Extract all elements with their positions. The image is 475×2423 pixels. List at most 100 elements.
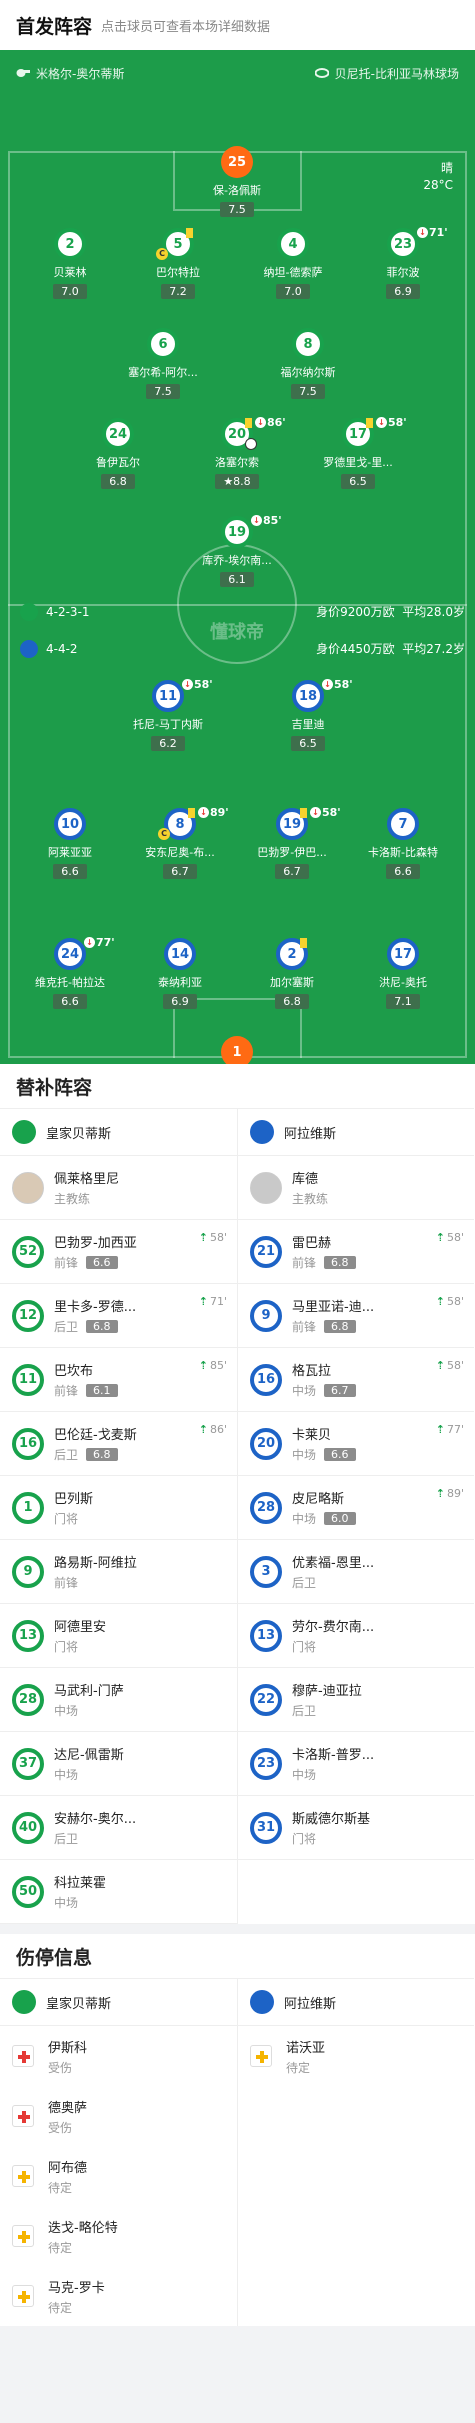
player-away[interactable]: 24 鲁伊瓦尔 6.8 bbox=[73, 418, 163, 489]
player-name: 穆萨-迪亚拉 bbox=[292, 1684, 362, 1699]
player-rating: 6.6 bbox=[386, 864, 420, 879]
jersey-icon: 13 bbox=[12, 1619, 44, 1652]
player-home[interactable]: 1西韦拉7.9 bbox=[192, 1036, 282, 1064]
sub-player-row[interactable]: 3 优素福-恩里... 后卫 bbox=[238, 1540, 474, 1604]
sub-player-row[interactable]: 22 穆萨-迪亚拉 后卫 bbox=[238, 1668, 474, 1732]
jersey-number: 6 bbox=[158, 336, 168, 352]
injury-left-column: 皇家贝蒂斯 伊斯科 受伤 德奥萨 受伤 阿布德 待定 迭戈-略伦特 待定 马克-罗卡 待定 bbox=[0, 1978, 237, 2326]
sub-player-row[interactable]: 20 卡莱贝 中场 6.6 ⇡ 77' bbox=[238, 1412, 474, 1476]
player-away[interactable]: 17 ↓ 58' 罗德里戈-里... 6.5 bbox=[313, 416, 407, 489]
player-position: 后卫 bbox=[292, 1576, 317, 1590]
sub-player-row[interactable]: 21 雷巴赫 前锋 6.8 ⇡ 58' bbox=[238, 1220, 474, 1284]
injury-row[interactable]: 伊斯科 受伤 bbox=[0, 2026, 237, 2086]
player-position: 前锋 bbox=[292, 1256, 317, 1270]
jersey-number: 18 bbox=[298, 688, 318, 704]
sub-player-row[interactable]: 16 巴伦廷-戈麦斯 后卫 6.8 ⇡ 86' bbox=[0, 1412, 237, 1476]
player-name: 巴坎布 bbox=[54, 1364, 94, 1379]
sub-player-row[interactable]: 12 里卡多-罗德... 后卫 6.8 ⇡ 71' bbox=[0, 1284, 237, 1348]
player-home[interactable]: 8 ↓ 89' C 安东尼奥-布... 6.7 bbox=[135, 806, 229, 879]
player-name: 菲尔波 bbox=[386, 266, 420, 279]
jersey-icon: 17 ↓ 58' bbox=[342, 416, 407, 450]
sub-player-row[interactable]: 13 劳尔-费尔南... 门将 bbox=[238, 1604, 474, 1668]
yellow-card-icon bbox=[188, 808, 195, 818]
player-name: 维克托-帕拉达 bbox=[35, 976, 105, 989]
sub-off-indicator: ↓ 77' bbox=[84, 936, 115, 949]
player-away[interactable]: 23 ↓ 71' 菲尔波 6.9 bbox=[358, 226, 448, 299]
player-away[interactable]: 2 贝莱林 7.0 bbox=[25, 228, 115, 299]
sub-player-row[interactable]: 50 科拉莱霍 中场 bbox=[0, 1860, 237, 1924]
player-away[interactable]: 25 保-洛佩斯 7.5 bbox=[192, 146, 282, 217]
home-age-text: 平均27.2岁 bbox=[402, 642, 465, 656]
player-name: 卡洛斯-比森特 bbox=[368, 846, 438, 859]
jersey-number: 19 bbox=[227, 524, 247, 540]
sub-player-row[interactable]: 37 达尼-佩雷斯 中场 bbox=[0, 1732, 237, 1796]
player-home[interactable]: 14 泰纳利亚 6.9 bbox=[135, 938, 225, 1009]
player-home[interactable]: 11 ↓ 58' 托尼-马丁内斯 6.2 bbox=[123, 678, 213, 751]
player-name: 洛塞尔索 bbox=[215, 456, 259, 469]
jersey-icon: 12 bbox=[12, 1299, 44, 1332]
player-away[interactable]: 8 福尔纳尔斯 7.5 bbox=[263, 328, 353, 399]
sub-player-row[interactable]: 1 巴列斯 门将 bbox=[0, 1476, 237, 1540]
player-home[interactable]: 2 加尔塞斯 6.8 bbox=[247, 938, 337, 1009]
away-age-text: 平均28.0岁 bbox=[402, 605, 465, 619]
sub-minute: 89' bbox=[210, 806, 229, 819]
sub-player-row[interactable]: 13 阿德里安 门将 bbox=[0, 1604, 237, 1668]
injury-team-right[interactable]: 阿拉维斯 bbox=[238, 1978, 474, 2026]
sub-player-row[interactable]: 28 皮尼略斯 中场 6.0 ⇡ 89' bbox=[238, 1476, 474, 1540]
injury-row[interactable]: 德奥萨 受伤 bbox=[0, 2086, 237, 2146]
subs-team-right[interactable]: 阿拉维斯 bbox=[238, 1108, 474, 1156]
injury-row[interactable]: 迭戈-略伦特 待定 bbox=[0, 2206, 237, 2266]
sub-player-row[interactable]: 9 路易斯-阿维拉 前锋 bbox=[0, 1540, 237, 1604]
player-home[interactable]: 24 ↓ 77' 维克托-帕拉达 6.6 bbox=[25, 936, 115, 1009]
sub-player-row[interactable]: 23 卡洛斯-普罗... 中场 bbox=[238, 1732, 474, 1796]
coach-name: 佩莱格里尼 bbox=[54, 1172, 120, 1187]
player-rating: 6.7 bbox=[275, 864, 309, 879]
player-name: 马武利-门萨 bbox=[54, 1684, 124, 1699]
player-away[interactable]: 19 ↓ 85' 库乔-埃尔南... 6.1 bbox=[192, 514, 282, 587]
player-home[interactable]: 10 阿莱亚亚 6.6 bbox=[25, 808, 115, 879]
player-meta: 后卫 6.8 bbox=[54, 1318, 136, 1335]
sub-player-row[interactable]: 9 马里亚诺-迪... 前锋 6.8 ⇡ 58' bbox=[238, 1284, 474, 1348]
player-home[interactable]: 19 ↓ 58' 巴勃罗-伊巴... 6.7 bbox=[247, 806, 341, 879]
goal-ball-icon bbox=[245, 438, 257, 450]
jersey-icon: 3 bbox=[250, 1555, 282, 1588]
coach-row-left[interactable]: 佩莱格里尼 主教练 bbox=[0, 1156, 237, 1220]
sub-player-row[interactable]: 16 格瓦拉 中场 6.7 ⇡ 58' bbox=[238, 1348, 474, 1412]
injury-row[interactable]: 诺沃亚 待定 bbox=[238, 2026, 474, 2086]
player-name: 阿布德 bbox=[48, 2160, 88, 2176]
player-rating: 6.8 bbox=[86, 1448, 118, 1461]
player-meta: 中场 bbox=[54, 1766, 124, 1783]
jersey-icon: 4 bbox=[277, 228, 309, 260]
player-away[interactable]: 20 ↓ 86' 洛塞尔索 ★8.8 bbox=[192, 416, 286, 489]
player-home[interactable]: 7 卡洛斯-比森特 6.6 bbox=[358, 808, 448, 879]
injury-row[interactable]: 阿布德 待定 bbox=[0, 2146, 237, 2206]
player-home[interactable]: 18 ↓ 58' 吉里迪 6.5 bbox=[263, 678, 353, 751]
jersey-icon: 25 bbox=[221, 146, 253, 178]
sub-player-row[interactable]: 28 马武利-门萨 中场 bbox=[0, 1668, 237, 1732]
player-away[interactable]: 5 C 巴尔特拉 7.2 bbox=[133, 228, 223, 299]
player-name: 巴勃罗-加西亚 bbox=[54, 1236, 137, 1251]
alaves-badge-icon bbox=[250, 1120, 274, 1144]
sub-player-row[interactable]: 40 安赫尔-奥尔... 后卫 bbox=[0, 1796, 237, 1860]
player-name: 马里亚诺-迪... bbox=[292, 1300, 375, 1315]
player-position: 中场 bbox=[292, 1384, 317, 1398]
jersey-icon: 14 bbox=[164, 938, 196, 970]
sub-player-row[interactable]: 52 巴勃罗-加西亚 前锋 6.6 ⇡ 58' bbox=[0, 1220, 237, 1284]
player-away[interactable]: 6 塞尔希-阿尔... 7.5 bbox=[118, 328, 208, 399]
injury-row[interactable]: 马克-罗卡 待定 bbox=[0, 2266, 237, 2326]
player-home[interactable]: 17 洪尼-奥托 7.1 bbox=[358, 938, 448, 1009]
player-meta: 前锋 bbox=[54, 1574, 137, 1591]
sub-player-row[interactable]: 11 巴坎布 前锋 6.1 ⇡ 85' bbox=[0, 1348, 237, 1412]
sub-off-icon: ↓ bbox=[182, 679, 193, 690]
home-formation-text: 4-4-2 bbox=[46, 642, 78, 656]
sub-player-row[interactable]: 31 斯威德尔斯基 门将 bbox=[238, 1796, 474, 1860]
coach-row-right[interactable]: 库德 主教练 bbox=[238, 1156, 474, 1220]
yellow-card-icon bbox=[366, 418, 373, 428]
jersey-icon: 8 ↓ 89' C bbox=[158, 806, 229, 840]
injury-team-left[interactable]: 皇家贝蒂斯 bbox=[0, 1978, 237, 2026]
subs-team-left[interactable]: 皇家贝蒂斯 bbox=[0, 1108, 237, 1156]
player-meta: 后卫 bbox=[292, 1574, 374, 1591]
player-away[interactable]: 4 纳坦-德索萨 7.0 bbox=[248, 228, 338, 299]
jersey-icon: 50 bbox=[12, 1875, 44, 1908]
team-name: 阿拉维斯 bbox=[284, 1126, 337, 1142]
